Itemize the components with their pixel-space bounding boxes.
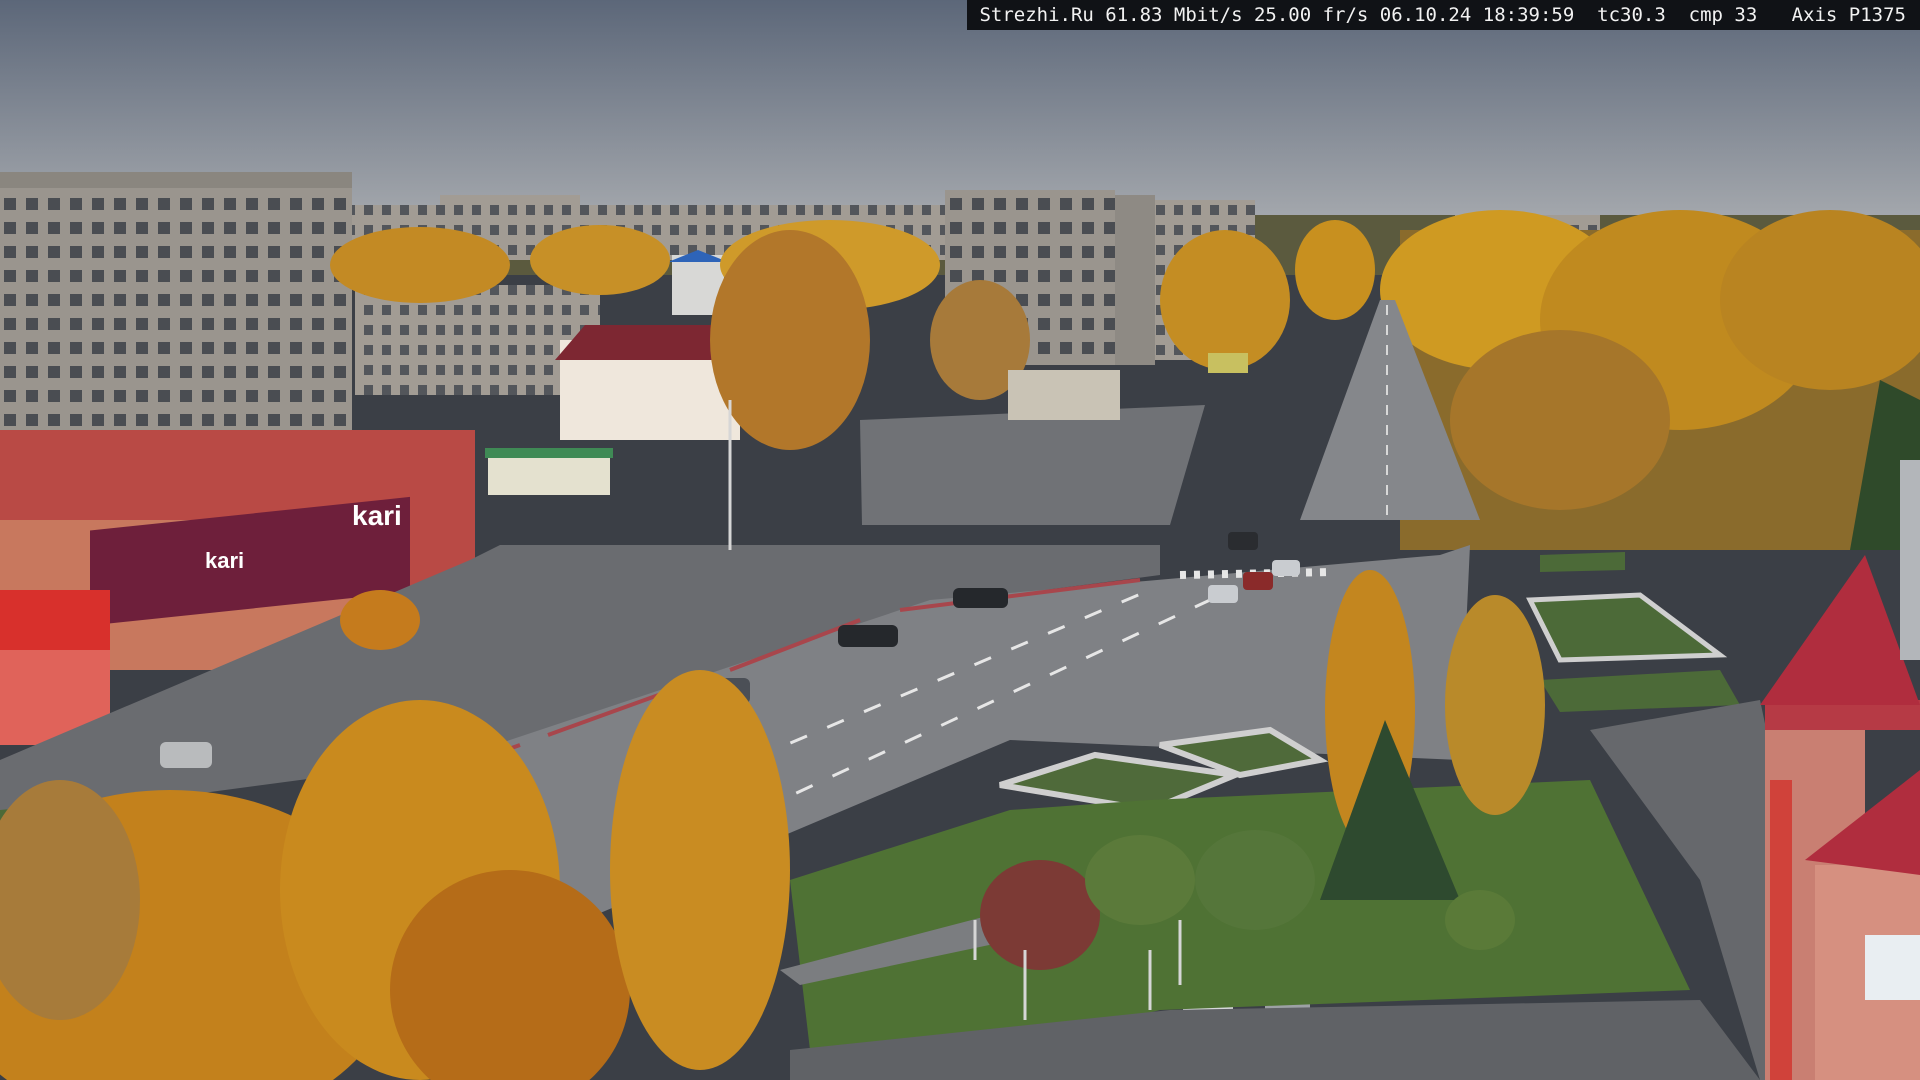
camera-overlay-text: Strezhi.Ru 61.83 Mbit/s 25.00 fr/s 06.10… xyxy=(967,0,1920,30)
billboard xyxy=(1208,353,1248,373)
webcam-frame: kari kari Strezhi.Ru 61.83 Mbit/s 25.00 … xyxy=(0,0,1920,1080)
kiosk xyxy=(488,455,610,495)
upper-plaza xyxy=(860,405,1205,525)
brick-building-right xyxy=(1760,460,1920,1080)
street-scene: kari kari xyxy=(0,0,1920,1080)
store-sign-main: kari xyxy=(352,500,402,531)
store-sign-lower: kari xyxy=(205,548,244,573)
small-building xyxy=(1008,370,1120,420)
